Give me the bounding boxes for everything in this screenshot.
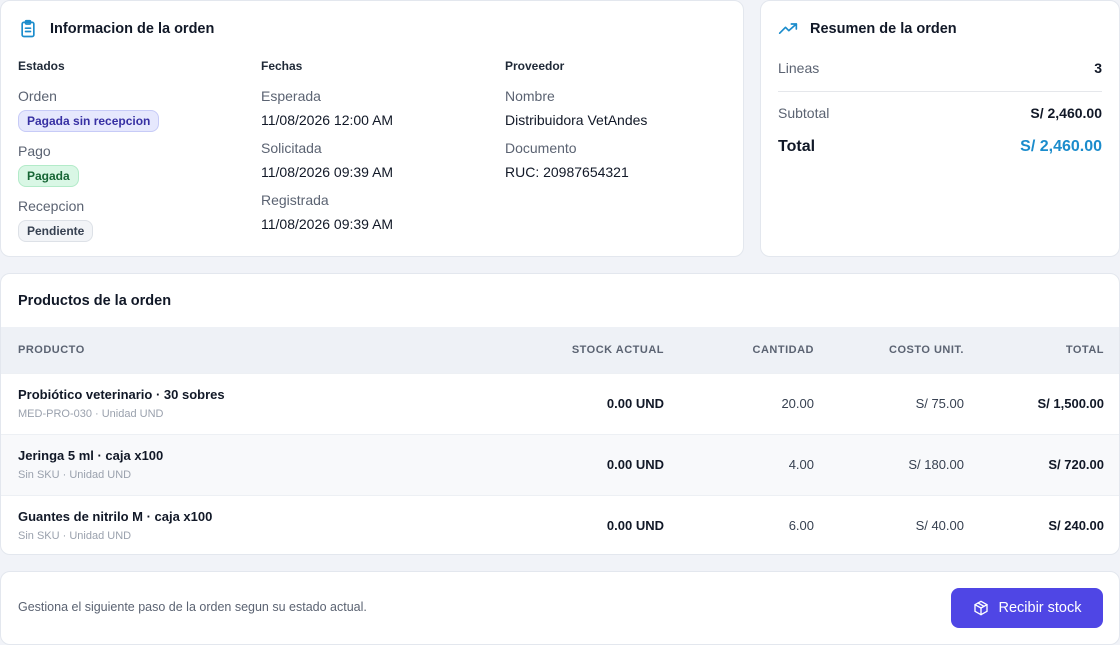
product-sku: MED-PRO-030 · Unidad UND <box>18 407 164 420</box>
trending-up-icon <box>778 19 798 39</box>
package-icon <box>973 600 989 616</box>
product-sku: Sin SKU · Unidad UND <box>18 468 132 481</box>
fechas-heading: Fechas <box>261 59 303 73</box>
esperada-value: 11/08/2026 12:00 AM <box>261 112 394 128</box>
receive-stock-button[interactable]: Recibir stock <box>951 588 1103 628</box>
receive-stock-label: Recibir stock <box>998 600 1082 616</box>
order-summary-card: Resumen de la orden Lineas 3 Subtotal S/… <box>760 0 1120 257</box>
proveedor-column: Proveedor Nombre Distribuidora VetAndes … <box>505 59 647 191</box>
recepcion-status-label: Recepcion <box>18 198 85 214</box>
column-header-stock: STOCK ACTUAL <box>571 343 664 356</box>
registrada-value: 11/08/2026 09:39 AM <box>261 216 394 232</box>
product-name: Jeringa 5 ml · caja x100 <box>18 447 164 463</box>
product-name: Guantes de nitrilo M · caja x100 <box>18 508 213 524</box>
nombre-label: Nombre <box>505 88 555 104</box>
next-step-hint: Gestiona el siguiente paso de la orden s… <box>18 600 367 614</box>
proveedor-heading: Proveedor <box>505 59 565 73</box>
estados-heading: Estados <box>18 59 65 73</box>
column-header-total: TOTAL <box>1065 343 1104 356</box>
documento-label: Documento <box>505 140 577 156</box>
product-sku: Sin SKU · Unidad UND <box>18 529 132 542</box>
clipboard-icon <box>18 19 38 39</box>
total-row: Total S/ 2,460.00 <box>778 138 1102 156</box>
orden-status-label: Orden <box>18 88 57 104</box>
order-summary-title: Resumen de la orden <box>810 21 957 37</box>
subtotal-label: Subtotal <box>778 105 830 121</box>
order-products-card: Productos de la orden PRODUCTO STOCK ACT… <box>0 273 1120 555</box>
table-header-row: PRODUCTO STOCK ACTUAL CANTIDAD COSTO UNI… <box>1 327 1119 373</box>
pago-status-label: Pago <box>18 143 51 159</box>
order-summary-header: Resumen de la orden <box>778 19 957 39</box>
fechas-column: Fechas Esperada 11/08/2026 12:00 AM Soli… <box>261 59 393 243</box>
solicitada-label: Solicitada <box>261 140 322 156</box>
quantity-cell: 6.00 <box>788 518 814 534</box>
solicitada-value: 11/08/2026 09:39 AM <box>261 164 394 180</box>
order-products-title: Productos de la orden <box>18 293 172 309</box>
table-row[interactable]: Guantes de nitrilo M · caja x100 Sin SKU… <box>1 495 1119 554</box>
nombre-value: Distribuidora VetAndes <box>505 112 648 128</box>
product-cell: Jeringa 5 ml · caja x100 Sin SKU · Unida… <box>1 434 501 495</box>
table-row[interactable]: Jeringa 5 ml · caja x100 Sin SKU · Unida… <box>1 434 1119 495</box>
quantity-cell: 20.00 <box>781 396 814 411</box>
stock-cell: 0.00 UND <box>606 457 664 472</box>
product-cell: Guantes de nitrilo M · caja x100 Sin SKU… <box>1 495 501 554</box>
total-cell: S/ 1,500.00 <box>1037 396 1105 411</box>
esperada-label: Esperada <box>261 88 321 104</box>
registrada-label: Registrada <box>261 192 329 208</box>
lineas-label: Lineas <box>778 60 820 76</box>
order-actions-card: Gestiona el siguiente paso de la orden s… <box>0 571 1120 645</box>
estados-column: Estados Orden Pagada sin recepcion Pago … <box>18 59 160 252</box>
orden-status-badge: Pagada sin recepcion <box>18 110 160 132</box>
subtotal-row: Subtotal S/ 2,460.00 <box>778 105 1102 121</box>
total-cell: S/ 240.00 <box>1048 518 1104 534</box>
unit-cost-cell: S/ 75.00 <box>915 396 964 411</box>
unit-cost-cell: S/ 40.00 <box>915 518 964 534</box>
quantity-cell: 4.00 <box>788 457 814 472</box>
order-info-title: Informacion de la orden <box>50 21 215 37</box>
table-row[interactable]: Probiótico veterinario · 30 sobres MED-P… <box>1 373 1119 434</box>
total-cell: S/ 720.00 <box>1048 457 1104 472</box>
product-cell: Probiótico veterinario · 30 sobres MED-P… <box>1 373 501 434</box>
documento-value: RUC: 20987654321 <box>505 164 629 180</box>
lineas-value: 3 <box>1094 60 1102 76</box>
products-table: PRODUCTO STOCK ACTUAL CANTIDAD COSTO UNI… <box>1 327 1119 554</box>
pago-status-badge: Pagada <box>18 165 79 187</box>
order-info-card: Informacion de la orden Estados Orden Pa… <box>0 0 744 257</box>
product-name: Probiótico veterinario · 30 sobres <box>18 386 225 402</box>
unit-cost-cell: S/ 180.00 <box>908 457 964 472</box>
stock-cell: 0.00 UND <box>606 518 664 534</box>
stock-cell: 0.00 UND <box>606 396 664 411</box>
lineas-row: Lineas 3 <box>778 60 1102 76</box>
total-value: S/ 2,460.00 <box>1020 138 1102 155</box>
recepcion-status-badge: Pendiente <box>18 220 94 242</box>
column-header-producto: PRODUCTO <box>18 343 85 356</box>
column-header-costo: COSTO UNIT. <box>889 343 964 356</box>
summary-divider <box>778 91 1102 92</box>
total-label: Total <box>778 138 816 155</box>
order-info-header: Informacion de la orden <box>18 19 214 39</box>
column-header-cantidad: CANTIDAD <box>752 343 814 356</box>
subtotal-value: S/ 2,460.00 <box>1030 105 1102 121</box>
